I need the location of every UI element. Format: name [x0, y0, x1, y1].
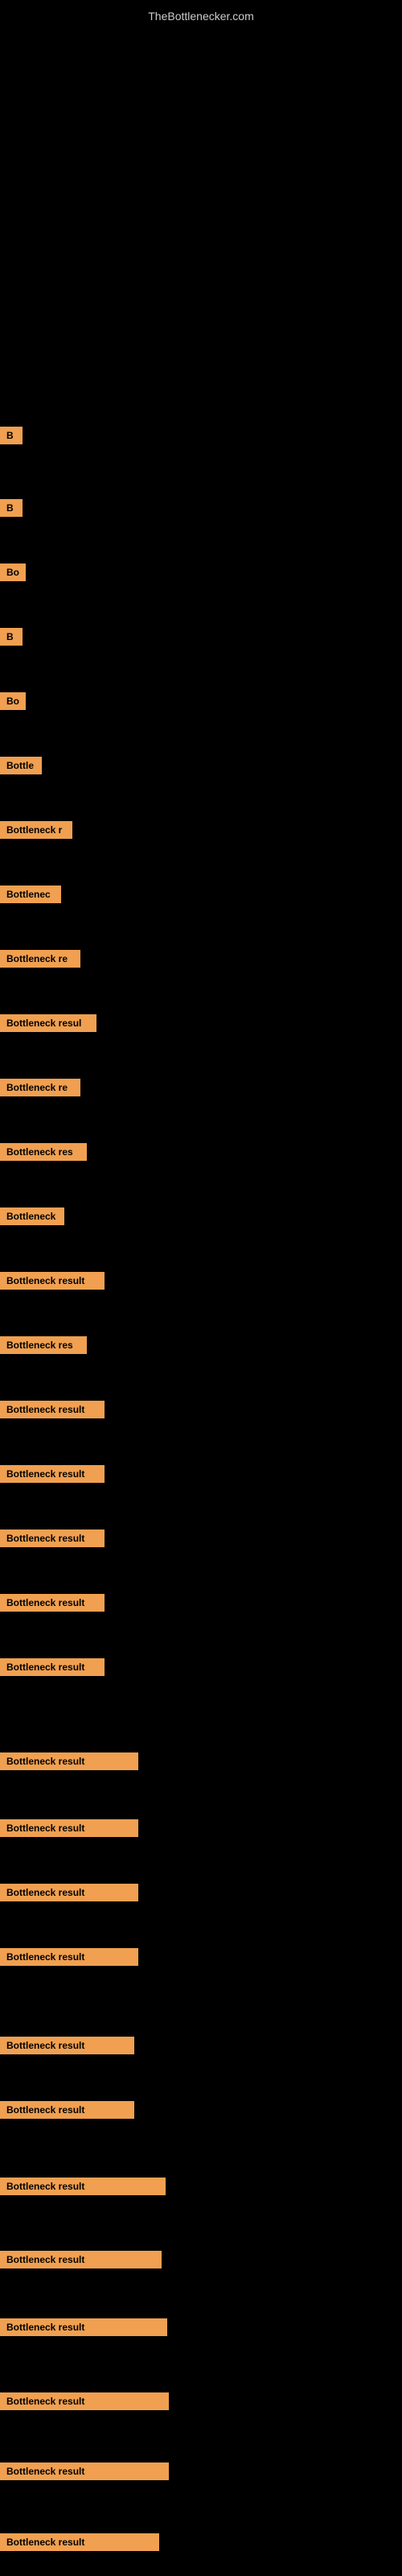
bottleneck-result-label: Bottleneck result — [0, 1752, 138, 1770]
bottleneck-result-label: Bottleneck result — [0, 2178, 166, 2195]
bottleneck-result-label: Bottleneck result — [0, 1819, 138, 1837]
bottleneck-result-label: Bottleneck result — [0, 1658, 105, 1676]
bottleneck-result-label: Bottlenec — [0, 886, 61, 903]
bottleneck-result-label: Bottleneck resul — [0, 1014, 96, 1032]
bottleneck-result-label: B — [0, 628, 23, 646]
bottleneck-result-label: B — [0, 499, 23, 517]
bottleneck-result-label: B — [0, 427, 23, 444]
bottleneck-result-label: Bottleneck re — [0, 1079, 80, 1096]
bottleneck-result-label: Bottleneck result — [0, 2037, 134, 2054]
bottleneck-result-label: Bottleneck result — [0, 1594, 105, 1612]
bottleneck-result-label: Bottleneck re — [0, 950, 80, 968]
bottleneck-result-label: Bottleneck result — [0, 1948, 138, 1966]
bottleneck-result-label: Bottleneck result — [0, 1465, 105, 1483]
bottleneck-result-label: Bottleneck result — [0, 2251, 162, 2268]
bottleneck-result-label: Bottleneck result — [0, 1401, 105, 1418]
site-title: TheBottlenecker.com — [0, 3, 402, 29]
bottleneck-result-label: Bottleneck result — [0, 1530, 105, 1547]
bottleneck-result-label: Bo — [0, 692, 26, 710]
bottleneck-result-label: Bottleneck result — [0, 1884, 138, 1901]
bottleneck-result-label: Bottleneck res — [0, 1336, 87, 1354]
bottleneck-result-label: Bottleneck — [0, 1208, 64, 1225]
bottleneck-result-label: Bottleneck result — [0, 2318, 167, 2336]
bottleneck-result-label: Bottleneck result — [0, 2101, 134, 2119]
bottleneck-result-label: Bottle — [0, 757, 42, 774]
bottleneck-result-label: Bo — [0, 564, 26, 581]
bottleneck-result-label: Bottleneck result — [0, 2533, 159, 2551]
bottleneck-result-label: Bottleneck result — [0, 2392, 169, 2410]
bottleneck-result-label: Bottleneck r — [0, 821, 72, 839]
bottleneck-result-label: Bottleneck res — [0, 1143, 87, 1161]
bottleneck-result-label: Bottleneck result — [0, 1272, 105, 1290]
bottleneck-result-label: Bottleneck result — [0, 2462, 169, 2480]
